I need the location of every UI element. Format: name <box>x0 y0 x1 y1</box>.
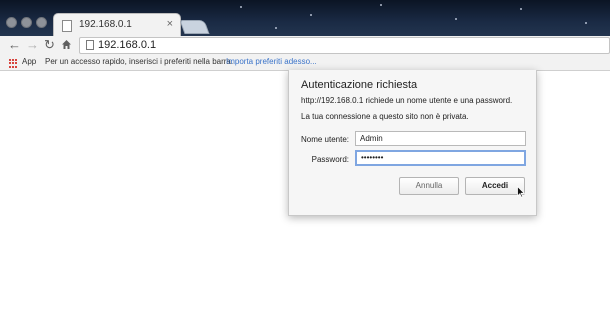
background-star <box>585 22 587 24</box>
tab-strip: 192.168.0.1 × <box>0 0 610 36</box>
bookmarks-hint: Per un accesso rapido, inserisci i prefe… <box>45 57 234 66</box>
background-star <box>455 18 457 20</box>
cancel-button[interactable]: Annulla <box>399 177 459 195</box>
tab-active[interactable]: 192.168.0.1 × <box>53 13 181 36</box>
background-star <box>240 6 242 8</box>
background-star <box>310 14 312 16</box>
page-icon <box>62 20 72 32</box>
home-icon[interactable] <box>61 37 72 54</box>
zoom-window-button[interactable] <box>36 17 47 28</box>
background-star <box>520 8 522 10</box>
dialog-message: http://192.168.0.1 richiede un nome uten… <box>301 96 513 105</box>
privacy-note: La tua connessione a questo sito non è p… <box>301 112 469 121</box>
bookmarks-bar: App Per un accesso rapido, inserisci i p… <box>0 55 610 71</box>
password-label: Password: <box>311 155 349 164</box>
auth-dialog: Autenticazione richiesta http://192.168.… <box>288 70 537 216</box>
page-info-icon <box>86 40 94 50</box>
background-star <box>275 27 277 29</box>
mouse-pointer-icon <box>517 186 525 198</box>
back-arrow-icon[interactable]: ← <box>8 37 21 53</box>
dialog-title: Autenticazione richiesta <box>301 79 418 91</box>
apps-icon[interactable] <box>9 59 18 68</box>
username-field[interactable]: Admin <box>355 131 526 146</box>
address-text: 192.168.0.1 <box>98 39 157 51</box>
close-window-button[interactable] <box>6 17 17 28</box>
reload-icon[interactable]: ↻ <box>44 37 55 53</box>
address-bar[interactable]: 192.168.0.1 <box>79 37 610 54</box>
forward-arrow-icon[interactable]: → <box>26 37 39 53</box>
new-tab-button[interactable] <box>179 20 210 34</box>
toolbar: ← → ↻ 192.168.0.1 <box>0 36 610 55</box>
username-label: Nome utente: <box>300 135 349 144</box>
apps-shortcut-label[interactable]: App <box>22 57 36 66</box>
import-bookmarks-link[interactable]: Importa preferiti adesso... <box>226 57 317 66</box>
password-field[interactable]: •••••••• <box>355 150 526 166</box>
background-star <box>380 4 382 6</box>
login-button[interactable]: Accedi <box>465 177 525 195</box>
minimize-window-button[interactable] <box>21 17 32 28</box>
close-tab-icon[interactable]: × <box>167 18 173 30</box>
tab-title: 192.168.0.1 <box>79 19 132 30</box>
